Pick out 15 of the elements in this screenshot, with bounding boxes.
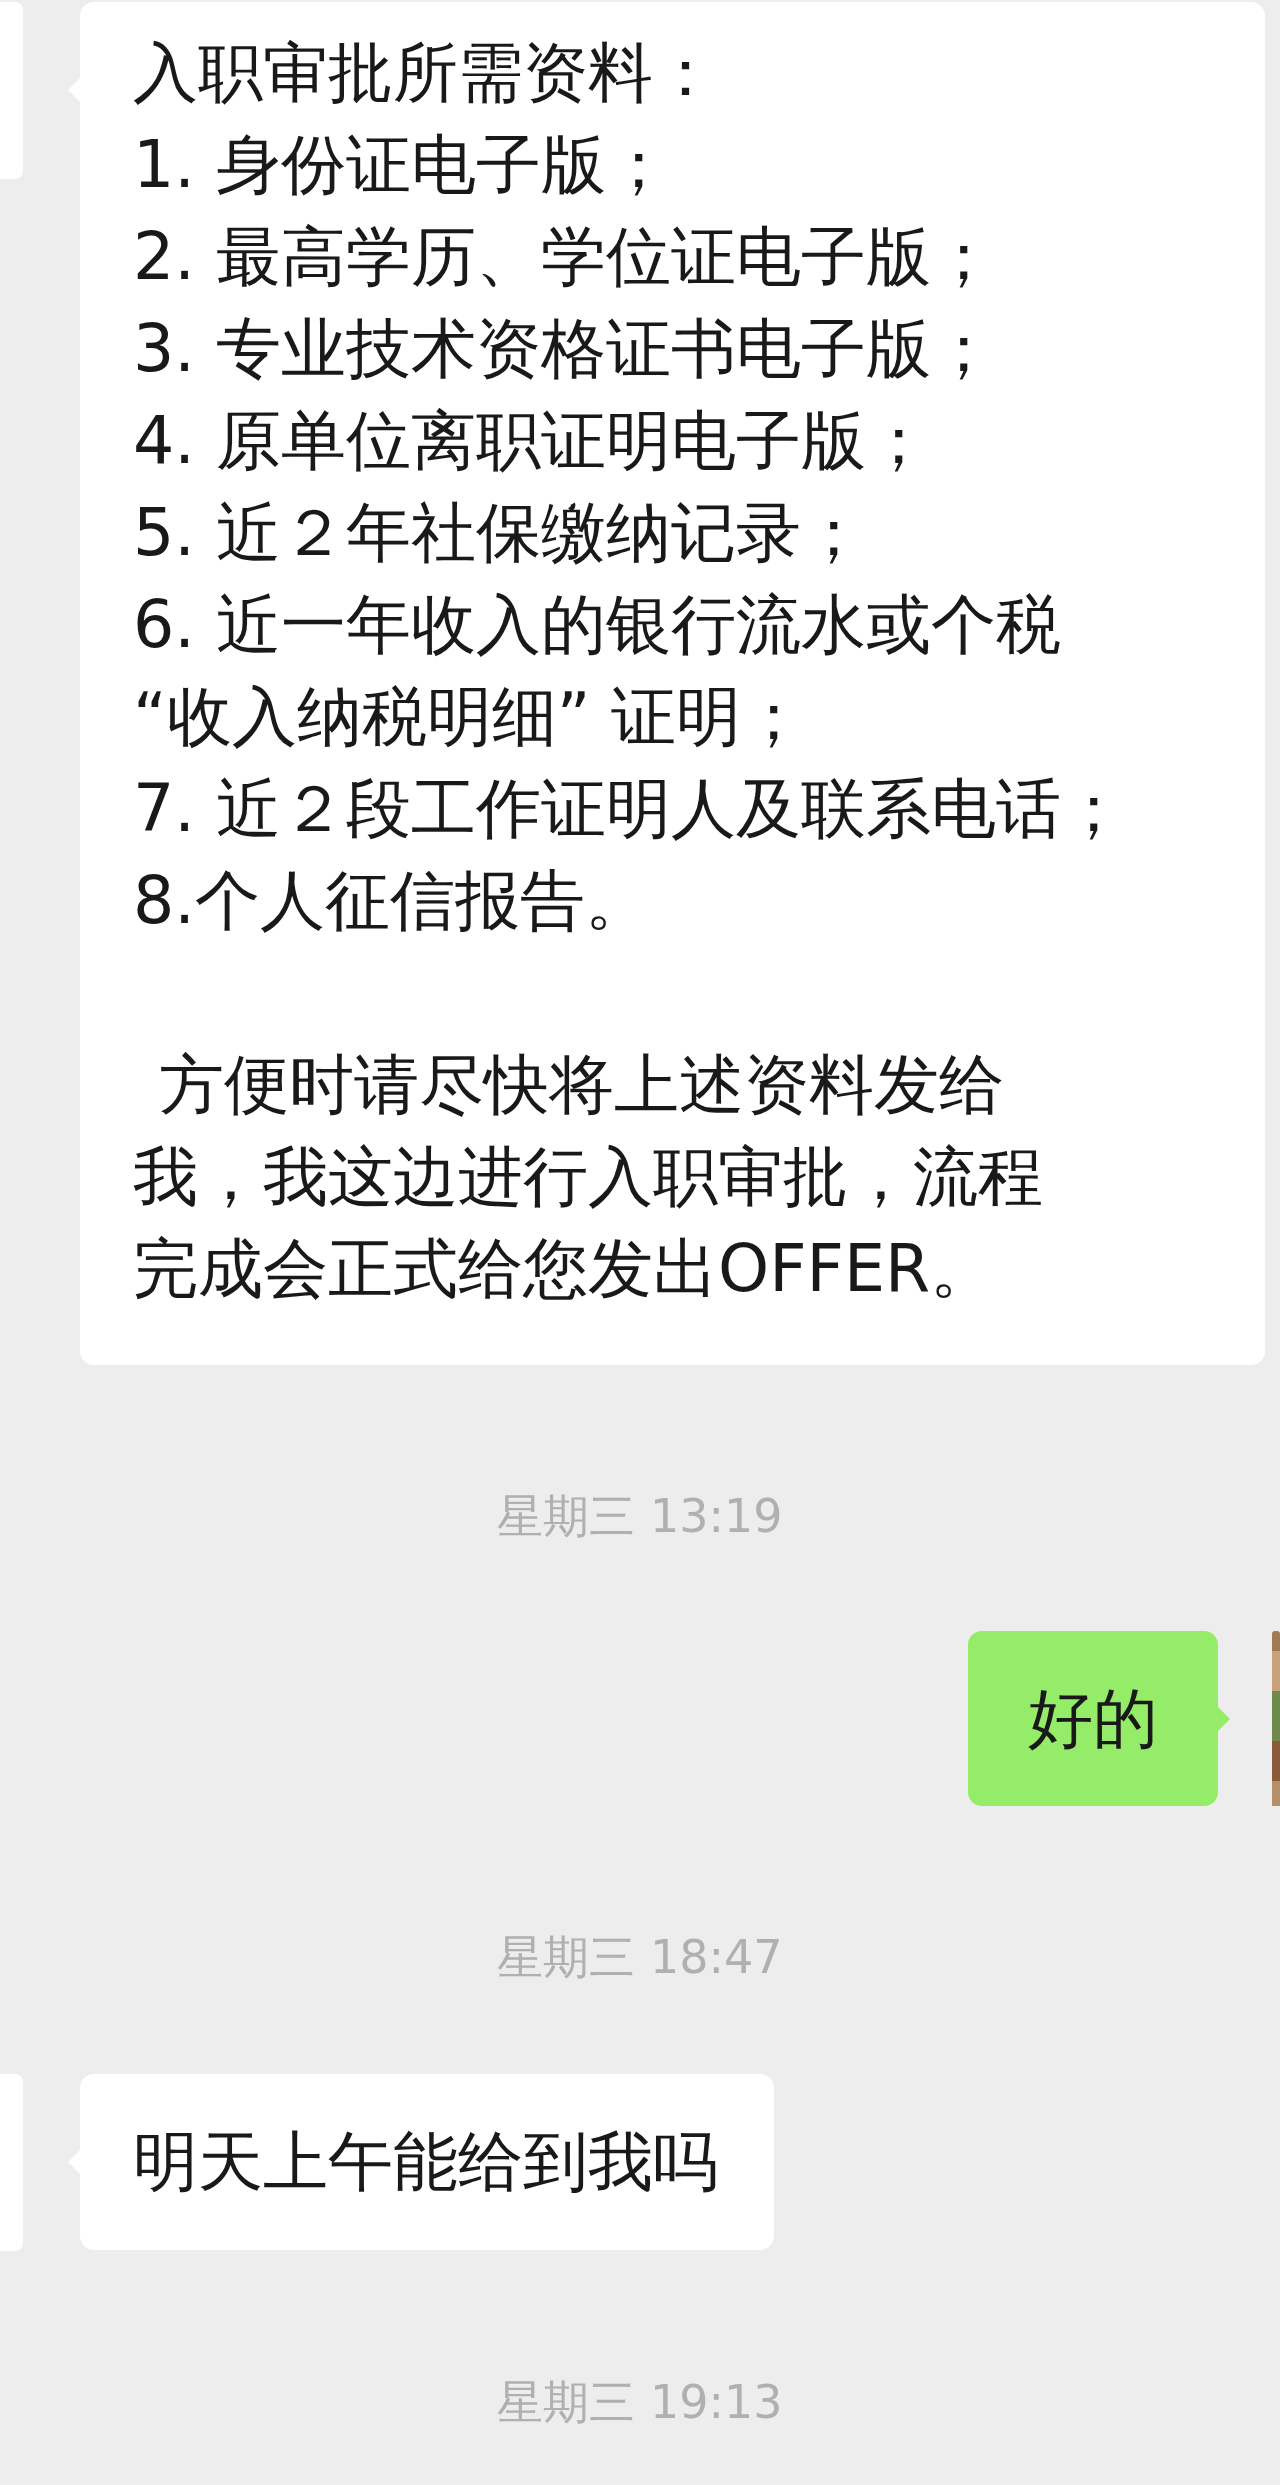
list-item: 5. 近２年社保缴纳记录； bbox=[133, 494, 867, 572]
message-heading: 入职审批所需资料： bbox=[133, 34, 719, 112]
list-item: 2. 最高学历、学位证电子版； bbox=[133, 218, 997, 296]
list-item: 1. 身份证电子版； bbox=[133, 126, 672, 204]
list-item: 3. 专业技术资格证书电子版； bbox=[133, 310, 997, 388]
timestamp: 星期三 19:13 bbox=[496, 2374, 784, 2431]
message-text: 好的 bbox=[1028, 1679, 1158, 1758]
list-item: 6. 近一年收入的银行流水或个税 “收入纳税明细” 证明； bbox=[133, 586, 1062, 756]
message-text: 明天上午能给到我吗 bbox=[133, 2123, 718, 2201]
timestamp: 星期三 13:19 bbox=[496, 1488, 784, 1545]
message-text: 方便时请尽快将上述资料发给 我，我这边进行入职审批，流程 完成会正式给您发出OFFER。 bbox=[133, 1046, 1044, 1308]
list-item: 7. 近２段工作证明人及联系电话； bbox=[133, 770, 1127, 848]
list-item: 8.个人征信报告。 bbox=[133, 862, 652, 940]
list-item: 4. 原单位离职证明电子版； bbox=[133, 402, 932, 480]
timestamp: 星期三 18:47 bbox=[496, 1929, 784, 1986]
